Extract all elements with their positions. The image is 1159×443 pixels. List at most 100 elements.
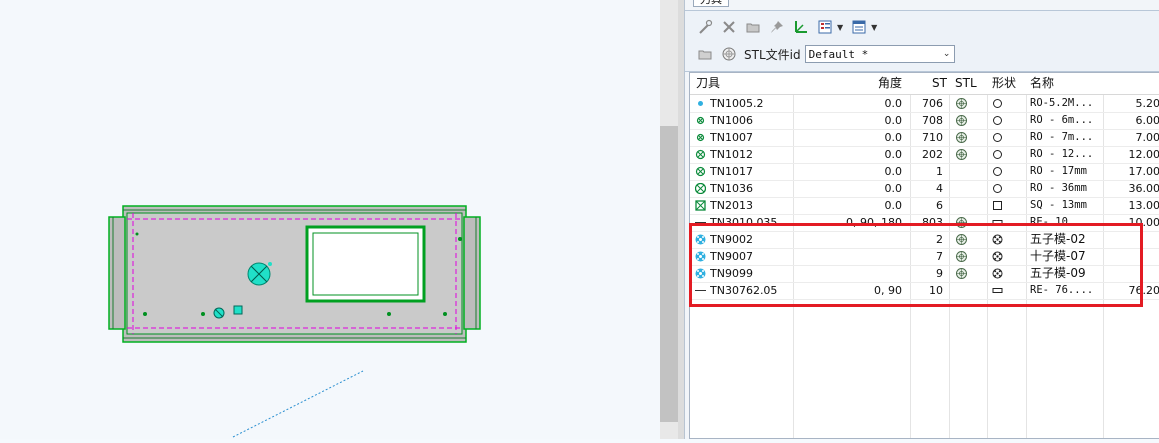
tool-table: 刀具 角度 ST STL 形状 名称 TN1005.2 0.0 706 RO-5.2M… [689, 72, 1159, 439]
cell-tool: TN2013 [710, 199, 753, 212]
cell-angle [794, 231, 902, 248]
table-row[interactable]: TN2013 0.0 6 SQ - 13mm 13.00 [690, 197, 1159, 215]
details-view-dropdown-icon[interactable]: ▼ [871, 23, 877, 32]
cell-name: 五子模-02 [1030, 232, 1086, 246]
part-right-tab [463, 216, 481, 330]
stl-mesh-icon [956, 251, 967, 262]
cell-tool: TN1007 [710, 131, 753, 144]
cell-angle [794, 265, 902, 282]
table-row[interactable]: TN1017 0.0 1 RO - 17mm 17.00 [690, 163, 1159, 181]
cell-st: 202 [922, 148, 943, 161]
cell-extra: 6.00 [1135, 114, 1159, 127]
tiny-dot-icon [695, 98, 706, 109]
shape-circle-icon [992, 183, 1003, 194]
cell-st: 2 [936, 233, 943, 246]
stl-mesh-icon [956, 98, 967, 109]
dash-icon [695, 217, 706, 228]
cell-extra: 13.00 [1128, 199, 1159, 212]
stl-mesh-icon [956, 115, 967, 126]
table-row[interactable]: TN1005.2 0.0 706 RO-5.2M... 5.20 [690, 95, 1159, 113]
panel-tab-title[interactable]: 刀具 [693, 0, 729, 7]
shape-circle-icon [992, 149, 1003, 160]
table-row[interactable]: TN1036 0.0 4 RO - 36mm 36.00 [690, 180, 1159, 198]
cell-name: 十子模-07 [1030, 249, 1086, 263]
chevron-down-icon[interactable]: ⌄ [940, 46, 954, 62]
shape-square-icon [992, 200, 1003, 211]
table-row[interactable]: TN9002 2 五子模-02 [690, 231, 1159, 249]
stl-file-combo[interactable]: Default * ⌄ [804, 45, 955, 63]
stl-mesh-icon [956, 132, 967, 143]
header-tool[interactable]: 刀具 [696, 73, 720, 94]
table-row[interactable]: TN3010.035 0, 90, 180 803 RE- 10... 10.00 [690, 214, 1159, 232]
cell-name: RE- 10... [1030, 216, 1087, 228]
header-stl[interactable]: STL [955, 73, 977, 94]
cell-angle: 0.0 [884, 182, 903, 195]
cluster-icon [695, 234, 706, 245]
table-header: 刀具 角度 ST STL 形状 名称 [690, 73, 1159, 95]
cell-extra [1104, 265, 1159, 282]
table-row[interactable]: TN1012 0.0 202 RO - 12... 12.00 [690, 146, 1159, 164]
cell-st: 710 [922, 131, 943, 144]
stl-file-id-label: STL文件id [744, 47, 801, 62]
cell-extra: 76.20 [1128, 284, 1159, 297]
cell-extra: 10.00 [1128, 216, 1159, 229]
cell-name: RO-5.2M... [1030, 97, 1094, 109]
cell-tool: TN3010.035 [710, 216, 778, 229]
scrollbar-thumb[interactable] [660, 126, 678, 422]
shape-cluster-icon [992, 234, 1003, 245]
viewport-scrollbar[interactable] [660, 0, 678, 439]
cell-st: 9 [936, 267, 943, 280]
cluster-icon [695, 268, 706, 279]
header-shape[interactable]: 形状 [992, 73, 1016, 94]
list-view-dropdown-icon[interactable]: ▼ [837, 23, 843, 32]
cell-extra: 17.00 [1128, 165, 1159, 178]
header-angle[interactable]: 角度 [878, 73, 902, 94]
cell-tool: TN1036 [710, 182, 753, 195]
cell-st: 1 [936, 165, 943, 178]
stl-mesh-icon [956, 217, 967, 228]
big-x-circle-icon [694, 182, 707, 195]
pin-icon[interactable] [767, 17, 787, 37]
small-x-circle-icon [695, 115, 706, 126]
cell-tool: TN1006 [710, 114, 753, 127]
cad-viewport[interactable] [0, 0, 660, 439]
table-row[interactable]: TN9007 7 十子模-07 [690, 248, 1159, 266]
axis-icon[interactable] [791, 17, 811, 37]
tool-toolbar: ▼ ▼ STL文件id Default * ⌄ [685, 10, 1159, 72]
table-row[interactable]: TN30762.05 0, 90 10 RE- 76.... 76.20 [690, 282, 1159, 300]
folder-icon[interactable] [743, 17, 763, 37]
cell-extra [1104, 231, 1159, 248]
wand-icon[interactable] [695, 17, 715, 37]
table-row[interactable]: TN1006 0.0 708 RO - 6m... 6.00 [690, 112, 1159, 130]
shape-rect-icon [992, 217, 1003, 228]
list-view-icon[interactable] [815, 17, 835, 37]
cell-st: 803 [922, 216, 943, 229]
details-view-icon[interactable] [849, 17, 869, 37]
stl-mesh-icon [956, 149, 967, 160]
cell-st: 708 [922, 114, 943, 127]
cell-st: 4 [936, 182, 943, 195]
cluster-icon [695, 251, 706, 262]
stl-mesh-icon [719, 44, 739, 64]
stl-folder-icon[interactable] [695, 44, 715, 64]
cell-name: RE- 76.... [1030, 284, 1094, 296]
construction-line [232, 370, 364, 438]
cell-name: SQ - 13mm [1030, 199, 1087, 211]
cell-tool: TN30762.05 [710, 284, 778, 297]
shape-circle-icon [992, 132, 1003, 143]
table-row[interactable]: TN9099 9 五子模-09 [690, 265, 1159, 283]
header-name[interactable]: 名称 [1030, 73, 1054, 94]
cell-tool: TN9002 [710, 233, 753, 246]
shape-cluster-icon [992, 251, 1003, 262]
cell-extra: 7.00 [1135, 131, 1159, 144]
table-row[interactable]: TN1007 0.0 710 RO - 7m... 7.00 [690, 129, 1159, 147]
cell-tool: TN1012 [710, 148, 753, 161]
header-st[interactable]: ST [932, 73, 947, 94]
cell-tool: TN9099 [710, 267, 753, 280]
delete-icon[interactable] [719, 17, 739, 37]
cell-st: 10 [929, 284, 943, 297]
shape-circle-icon [992, 98, 1003, 109]
cell-name: RO - 7m... [1030, 131, 1094, 143]
cell-angle: 0.0 [884, 165, 903, 178]
cell-extra: 12.00 [1128, 148, 1159, 161]
